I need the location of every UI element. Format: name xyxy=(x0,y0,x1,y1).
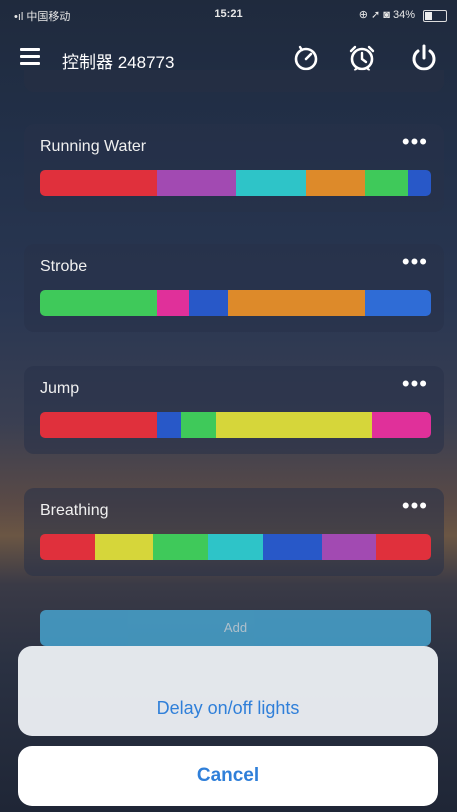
color-segment xyxy=(364,290,431,316)
color-sequence-bar xyxy=(40,170,431,196)
color-segment xyxy=(157,290,189,316)
color-segment xyxy=(153,534,209,560)
color-segment xyxy=(364,170,408,196)
color-segment xyxy=(157,170,236,196)
cancel-button[interactable]: Cancel xyxy=(18,746,438,806)
mode-card-breathing[interactable]: Breathing ••• xyxy=(24,488,444,576)
color-segment xyxy=(235,170,306,196)
color-segment xyxy=(40,534,95,560)
color-sequence-bar xyxy=(40,534,431,560)
more-options-icon[interactable]: ••• xyxy=(402,131,428,153)
color-segment xyxy=(157,412,181,438)
menu-icon[interactable] xyxy=(20,48,40,66)
mode-card-running-water[interactable]: Running Water ••• xyxy=(24,124,444,212)
more-options-icon[interactable]: ••• xyxy=(402,495,428,517)
add-mode-button[interactable]: Add xyxy=(40,610,431,646)
color-segment xyxy=(407,170,431,196)
color-segment xyxy=(180,412,216,438)
color-sequence-bar xyxy=(40,290,431,316)
mode-name: Strobe xyxy=(40,258,88,275)
color-segment xyxy=(262,534,322,560)
mode-card-jump[interactable]: Jump ••• xyxy=(24,366,444,454)
color-segment xyxy=(94,534,154,560)
status-bar: •ıl 中国移动 15:21 ⊕ ➚ ◙ 34% xyxy=(0,0,457,32)
color-segment xyxy=(372,412,431,438)
color-segment xyxy=(376,534,431,560)
status-indicators: ⊕ ➚ ◙ 34% xyxy=(358,9,415,21)
color-segment xyxy=(188,290,228,316)
mode-name: Running Water xyxy=(40,138,147,155)
battery-icon xyxy=(423,10,447,22)
color-segment xyxy=(208,534,263,560)
color-sequence-bar xyxy=(40,412,431,438)
more-options-icon[interactable]: ••• xyxy=(402,373,428,395)
color-segment xyxy=(215,412,373,438)
delay-on-off-lights-button[interactable]: Delay on/off lights xyxy=(18,646,438,736)
more-options-icon[interactable]: ••• xyxy=(402,251,428,273)
mode-name: Breathing xyxy=(40,502,109,519)
color-segment xyxy=(40,170,158,196)
color-segment xyxy=(227,290,365,316)
previous-mode-card xyxy=(24,70,444,92)
action-sheet: Delay on/off lights xyxy=(18,646,438,736)
color-segment xyxy=(305,170,365,196)
color-segment xyxy=(40,290,158,316)
mode-card-strobe[interactable]: Strobe ••• xyxy=(24,244,444,332)
mode-name: Jump xyxy=(40,380,80,397)
color-segment xyxy=(321,534,377,560)
color-segment xyxy=(40,412,158,438)
